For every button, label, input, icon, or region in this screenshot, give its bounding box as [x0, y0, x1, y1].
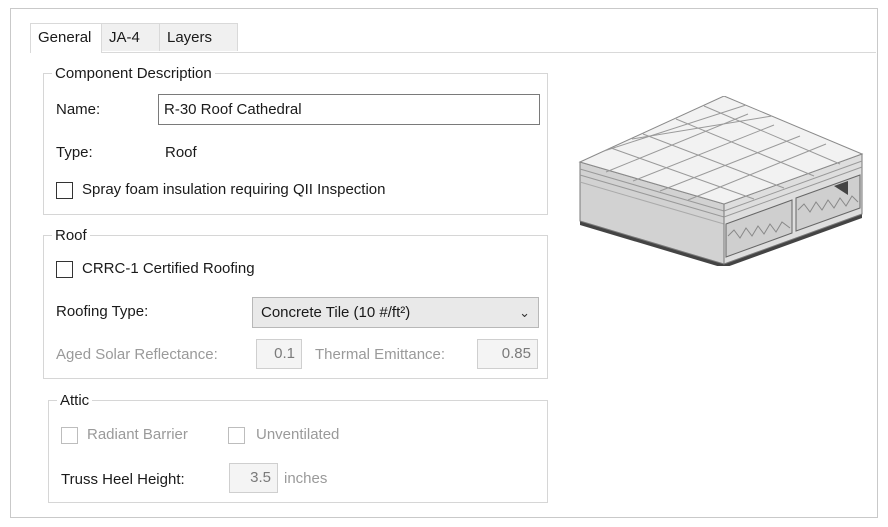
- name-field[interactable]: R-30 Roof Cathedral: [158, 94, 540, 125]
- radiant-barrier-checkbox[interactable]: [61, 427, 78, 444]
- crrc-checkbox[interactable]: [56, 261, 73, 278]
- attic-legend: Attic: [60, 392, 90, 409]
- aged-solar-label: Aged Solar Reflectance:: [56, 346, 218, 363]
- name-label: Name:: [56, 101, 101, 118]
- crrc-label[interactable]: CRRC-1 Certified Roofing: [82, 260, 255, 277]
- roof-preview-icon: [578, 95, 864, 268]
- radiant-barrier-label[interactable]: Radiant Barrier: [87, 426, 188, 443]
- roof-cathedral-illustration: [576, 95, 866, 268]
- chevron-down-icon: ⌄: [519, 305, 530, 320]
- truss-heel-unit: inches: [284, 470, 328, 487]
- truss-heel-field[interactable]: 3.5: [229, 463, 278, 493]
- roofing-type-value: Concrete Tile (10 #/ft²): [261, 304, 411, 321]
- roofing-type-select[interactable]: Concrete Tile (10 #/ft²) ⌄: [252, 297, 539, 328]
- thermal-emittance-label: Thermal Emittance:: [315, 346, 446, 363]
- type-value: Roof: [165, 144, 197, 161]
- tab-ja4[interactable]: JA-4: [102, 23, 160, 51]
- spray-foam-checkbox[interactable]: [56, 182, 73, 199]
- type-label: Type:: [56, 144, 93, 161]
- roof-legend: Roof: [55, 227, 87, 244]
- unventilated-label[interactable]: Unventilated: [256, 426, 339, 443]
- tab-general[interactable]: General: [30, 23, 102, 53]
- tab-layers[interactable]: Layers: [160, 23, 238, 51]
- component-description-legend: Component Description: [55, 65, 212, 82]
- roofing-type-label: Roofing Type:: [56, 303, 149, 320]
- aged-solar-field[interactable]: 0.1: [256, 339, 302, 369]
- thermal-emittance-field[interactable]: 0.85: [477, 339, 538, 369]
- truss-heel-label: Truss Heel Height:: [61, 471, 185, 488]
- unventilated-checkbox[interactable]: [228, 427, 245, 444]
- spray-foam-label[interactable]: Spray foam insulation requiring QII Insp…: [82, 181, 386, 198]
- tab-strip: General JA-4 Layers: [30, 23, 876, 53]
